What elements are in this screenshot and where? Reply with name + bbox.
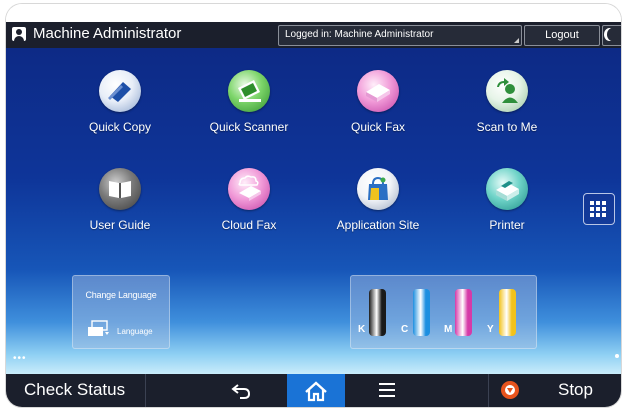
login-status-box[interactable]: Logged in: Machine Administrator: [278, 25, 522, 46]
energy-saver-button[interactable]: [602, 25, 621, 46]
bottom-bar: Check Status Stop: [6, 374, 621, 407]
page-indicator-dot: [615, 354, 619, 358]
cloud-fax-icon: [228, 168, 270, 210]
app-user-guide[interactable]: User Guide: [70, 168, 170, 232]
toner-bar-magenta: [455, 289, 472, 336]
app-quick-fax[interactable]: Quick Fax: [328, 70, 428, 134]
home-icon: [305, 381, 327, 402]
header-bar: Machine Administrator Logged in: Machine…: [6, 22, 621, 48]
copy-icon: [99, 70, 141, 112]
app-scan-to-me[interactable]: Scan to Me: [457, 70, 557, 134]
divider: [145, 374, 146, 407]
toner-level-widget[interactable]: K C M Y: [350, 275, 537, 349]
app-label: Application Site: [336, 218, 420, 232]
scanner-icon: [228, 70, 270, 112]
app-label: Scan to Me: [476, 120, 538, 134]
app-cloud-fax[interactable]: Cloud Fax: [199, 168, 299, 232]
toner-letter: M: [444, 324, 453, 335]
toner-bar-yellow: [499, 289, 516, 336]
app-quick-copy[interactable]: Quick Copy: [70, 70, 170, 134]
user-icon: [12, 27, 26, 41]
menu-icon[interactable]: [379, 383, 395, 397]
language-widget-title: Change Language: [85, 290, 157, 300]
toner-letter: Y: [487, 324, 494, 335]
app-label: Quick Scanner: [209, 120, 289, 134]
home-screen: Quick Copy Quick Scanner Quick Fax Scan …: [6, 48, 621, 374]
language-switch-icon: [88, 320, 109, 336]
page-dots-icon: •••: [13, 353, 27, 364]
user-title: Machine Administrator: [33, 25, 182, 42]
divider: [488, 374, 489, 407]
stop-button[interactable]: Stop: [558, 380, 593, 400]
device-panel: Machine Administrator Logged in: Machine…: [6, 4, 621, 407]
login-status-text: Logged in: Machine Administrator: [285, 29, 434, 40]
expand-corner-icon: [514, 38, 519, 43]
logout-button[interactable]: Logout: [524, 25, 600, 46]
bezel-top: [6, 4, 621, 22]
toner-bar-cyan: [413, 289, 430, 336]
check-status-button[interactable]: Check Status: [24, 380, 125, 400]
change-language-widget[interactable]: Change Language Language: [72, 275, 170, 349]
stop-icon[interactable]: [501, 381, 519, 399]
app-label: Quick Copy: [88, 120, 152, 134]
fax-icon: [357, 70, 399, 112]
toner-bar-black: [369, 289, 386, 336]
app-printer[interactable]: Printer: [457, 168, 557, 232]
home-button[interactable]: [287, 374, 345, 407]
toner-letter: K: [358, 324, 366, 335]
app-label: User Guide: [89, 218, 151, 232]
back-icon[interactable]: [230, 382, 252, 400]
scan-to-me-icon: [486, 70, 528, 112]
app-application-site[interactable]: Application Site: [328, 168, 428, 232]
app-quick-scanner[interactable]: Quick Scanner: [199, 70, 299, 134]
app-label: Cloud Fax: [221, 218, 277, 232]
toner-letter: C: [401, 324, 409, 335]
app-list-button[interactable]: [583, 193, 615, 225]
app-label: Printer: [489, 218, 525, 232]
printer-icon: [486, 168, 528, 210]
book-icon: [99, 168, 141, 210]
language-widget-label: Language: [117, 327, 153, 336]
app-label: Quick Fax: [350, 120, 405, 134]
shopping-bag-icon: [357, 168, 399, 210]
